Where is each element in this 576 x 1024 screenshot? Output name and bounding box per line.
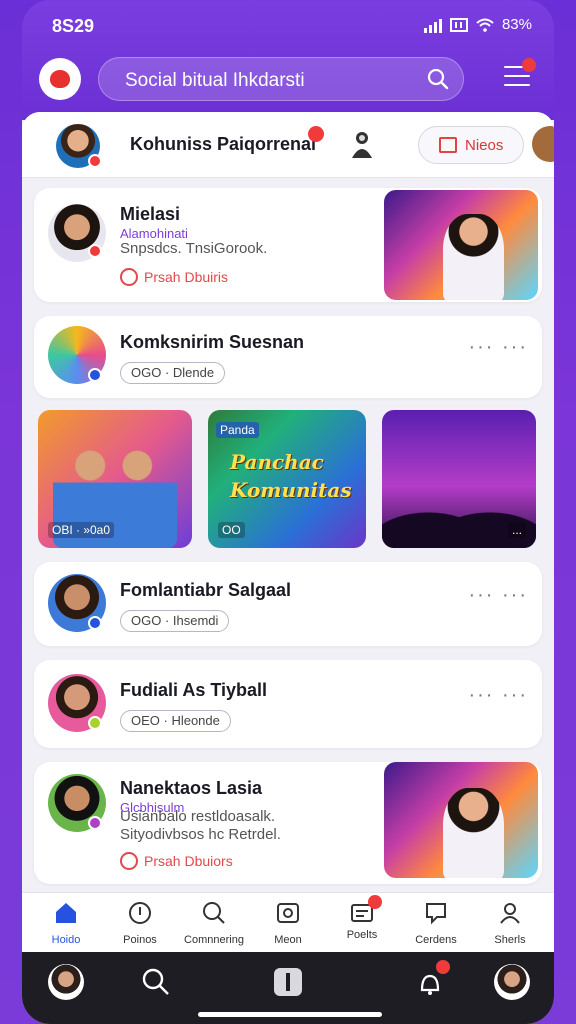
wifi-icon <box>476 18 494 32</box>
nav-label: Poinos <box>123 934 157 946</box>
post-subtitle: Usianbalo restldoasalk. <box>120 808 276 825</box>
person-icon[interactable] <box>350 130 374 160</box>
nav-posts[interactable]: Poelts <box>326 895 398 941</box>
nav-label: Poelts <box>346 929 378 941</box>
feed-panel: Kohuniss Paiqorrenai Nieos Mielasi Alamo… <box>22 112 554 892</box>
media-tile[interactable]: OBI · »0a0 <box>38 410 192 548</box>
post-status-dot <box>88 616 102 630</box>
signal-icon <box>423 17 442 33</box>
post-tag: Alamohinati <box>120 226 188 241</box>
clock-icon <box>129 902 151 924</box>
search-icon[interactable] <box>427 68 449 90</box>
post-card[interactable]: Fomlantiabr Salgaal OGO · Ihsemdi ··· ··… <box>34 562 542 646</box>
nav-community[interactable]: Comnnering <box>178 901 250 946</box>
logo-mark-icon <box>50 70 70 88</box>
dock-home-icon[interactable] <box>270 964 306 1000</box>
nav-points[interactable]: Poinos <box>104 901 176 946</box>
media-tile[interactable]: Panda Panchac Komunitas OO <box>208 410 366 548</box>
post-title: Komksnirim Suesnan <box>120 332 305 352</box>
status-icons: 83% <box>423 16 532 33</box>
posts-icon <box>350 895 382 925</box>
post-title: Fomlantiabr Salgaal <box>120 580 292 600</box>
post-meta[interactable]: Prsah Dbuiors <box>144 853 233 869</box>
post-pill[interactable]: OGO · Ihsemdi <box>120 610 230 632</box>
bottom-nav: Hoido Poinos Comnnering Meon Poelts Cerd… <box>22 892 554 952</box>
dock-avatar-right[interactable] <box>494 964 530 1000</box>
post-thumbnail[interactable] <box>384 762 538 878</box>
post-subtitle: Snpsdcs. TnsiGorook. <box>120 240 268 257</box>
menu-button[interactable] <box>504 58 536 90</box>
news-button[interactable]: Nieos <box>418 126 524 164</box>
post-title: Nanektaos Lasia <box>120 778 263 798</box>
post-pill[interactable]: OGO · Dlende <box>120 362 226 384</box>
tile-caption: OBI · »0a0 <box>48 522 115 538</box>
dock-badge <box>436 960 450 974</box>
post-title: Mielasi <box>120 204 181 224</box>
nav-label: Hoido <box>51 934 81 946</box>
post-thumbnail[interactable] <box>384 190 538 300</box>
profile-name: Kohuniss Paiqorrenai <box>130 134 317 154</box>
news-label: Nieos <box>465 137 504 154</box>
post-pill[interactable]: OEO · Hleonde <box>120 710 231 732</box>
media-tile[interactable]: ... <box>382 410 536 548</box>
sim-icon <box>449 17 468 32</box>
camera-icon <box>277 903 299 923</box>
dock-search-icon[interactable] <box>138 964 174 1000</box>
meta-icon <box>120 852 138 870</box>
nav-label: Meon <box>274 934 302 946</box>
post-card[interactable]: Mielasi Alamohinati Snpsdcs. TnsiGorook.… <box>34 188 542 302</box>
post-card[interactable]: Nanektaos Lasia Glcbhisulm Usianbalo res… <box>34 762 542 884</box>
profile-status-dot <box>88 154 102 168</box>
post-status-dot <box>88 244 102 258</box>
nav-message[interactable]: Meon <box>252 901 324 946</box>
nav-label: Sherls <box>494 934 526 946</box>
post-status-dot <box>88 368 102 382</box>
nav-gardens[interactable]: Cerdens <box>400 901 472 946</box>
status-bar: 8S29 83% <box>22 0 554 50</box>
status-time: 8S29 <box>52 16 95 36</box>
dock-avatar-left[interactable] <box>48 964 84 1000</box>
menu-badge <box>522 58 536 72</box>
top-header: Social bitual Ihkdarsti <box>22 54 554 106</box>
post-subtitle-2: Sityodivbsos hc Retrdel. <box>120 826 281 843</box>
nav-profile[interactable]: Sherls <box>474 901 546 946</box>
chat-icon <box>426 903 446 925</box>
post-status-dot <box>88 816 102 830</box>
nav-badge <box>368 895 382 909</box>
tile-badge: Panda <box>216 422 259 438</box>
tile-title: Panchac Komunitas <box>230 450 352 502</box>
profile-bar: Kohuniss Paiqorrenai Nieos <box>22 112 554 178</box>
search-people-icon <box>203 902 225 924</box>
search-bar[interactable]: Social bitual Ihkdarsti <box>98 57 464 101</box>
system-dock <box>22 952 554 1024</box>
home-icon <box>56 903 76 923</box>
profile-badge <box>308 126 324 142</box>
news-icon <box>439 137 457 153</box>
edge-avatar[interactable] <box>532 126 554 162</box>
nav-label: Cerdens <box>415 934 457 946</box>
meta-icon <box>120 268 138 286</box>
post-card[interactable]: Komksnirim Suesnan OGO · Dlende ··· ··· <box>34 316 542 398</box>
post-status-dot <box>88 716 102 730</box>
home-indicator[interactable] <box>198 1012 382 1017</box>
tile-caption: ... <box>507 522 526 538</box>
phone-screen: 8S29 83% Social bitual Ihkdarsti Kohunis… <box>22 0 554 1024</box>
tile-caption: OO <box>218 522 245 538</box>
more-options-icon[interactable]: ··· ··· <box>468 336 528 359</box>
more-options-icon[interactable]: ··· ··· <box>468 584 528 607</box>
dock-notifications[interactable] <box>412 960 450 1000</box>
profile-icon <box>500 903 520 924</box>
more-options-icon[interactable]: ··· ··· <box>468 684 528 707</box>
nav-label: Comnnering <box>184 934 244 946</box>
post-meta[interactable]: Prsah Dbuiris <box>144 269 228 285</box>
app-logo[interactable] <box>39 58 81 100</box>
post-title: Fudiali As Tiyball <box>120 680 268 700</box>
post-card[interactable]: Fudiali As Tiyball OEO · Hleonde ··· ··· <box>34 660 542 748</box>
search-placeholder: Social bitual Ihkdarsti <box>125 70 305 91</box>
nav-home[interactable]: Hoido <box>30 901 102 946</box>
battery-text: 83% <box>501 16 532 33</box>
